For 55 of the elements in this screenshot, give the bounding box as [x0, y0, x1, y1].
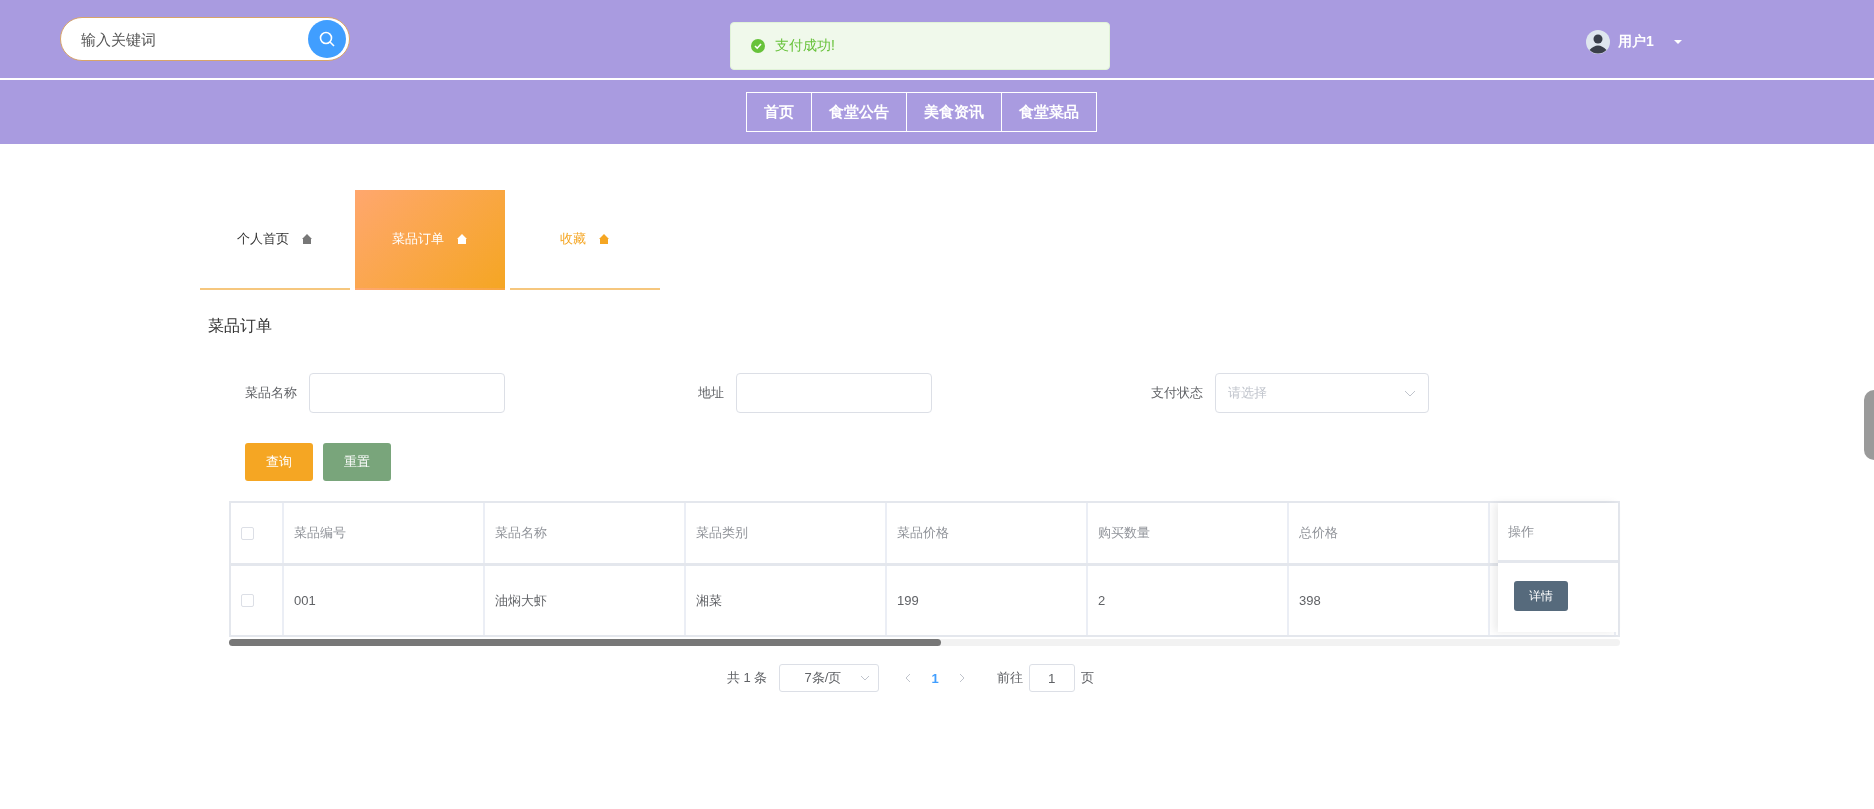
tab[interactable]: 个人首页: [200, 190, 350, 290]
avatar-icon[interactable]: [1586, 30, 1610, 54]
nav-link[interactable]: 美食资讯: [906, 92, 1002, 132]
total-count: 共 1 条: [727, 669, 768, 687]
prev-page-icon[interactable]: [905, 673, 912, 683]
scrollbar-thumb[interactable]: [229, 639, 941, 646]
input-field[interactable]: [736, 373, 932, 413]
toast-message: 支付成功!: [775, 37, 835, 55]
column-header: 菜品名称: [495, 524, 547, 542]
search-icon: [319, 31, 335, 47]
nav-link[interactable]: 食堂公告: [811, 92, 907, 132]
details-button[interactable]: 详情: [1514, 581, 1568, 611]
chevron-down-icon: [1404, 389, 1416, 397]
chevron-down-icon: [860, 675, 871, 681]
column-header: 总价格: [1299, 524, 1338, 542]
checkbox[interactable]: [241, 594, 254, 607]
input-field[interactable]: [309, 373, 505, 413]
house-icon: [456, 233, 468, 245]
house-icon: [301, 233, 313, 245]
page-size-select[interactable]: 7条/页: [779, 664, 880, 692]
checkbox[interactable]: [241, 526, 254, 540]
select-field[interactable]: 请选择: [1215, 373, 1429, 413]
table-cell: 2: [1098, 593, 1106, 608]
nav-link[interactable]: 食堂菜品: [1001, 92, 1097, 132]
tab[interactable]: 菜品订单: [355, 190, 505, 290]
nav-link[interactable]: 首页: [745, 92, 812, 132]
table-cell: 油焖大虾: [495, 591, 547, 610]
page-number[interactable]: 1: [931, 670, 939, 686]
goto-label: 前往: [996, 669, 1023, 687]
success-icon: [751, 39, 765, 53]
reset-button[interactable]: 重置: [323, 443, 391, 481]
table-cell: 199: [897, 593, 919, 608]
column-header: 购买数量: [1098, 524, 1150, 542]
next-page-icon[interactable]: [958, 673, 965, 683]
page-input[interactable]: 1: [1028, 664, 1075, 692]
field-label: 菜品名称: [245, 384, 297, 402]
side-handle[interactable]: [1864, 390, 1874, 460]
field-label: 支付状态: [1151, 384, 1203, 402]
column-header: 菜品编号: [294, 524, 346, 542]
column-header: 菜品价格: [897, 524, 949, 542]
tab[interactable]: 收藏: [510, 190, 660, 290]
table-cell: 湘菜: [696, 591, 722, 610]
column-header: 操作: [1508, 522, 1534, 541]
page-suffix: 页: [1080, 669, 1094, 687]
search-bar[interactable]: 输入关键词: [60, 17, 350, 61]
section-title: 菜品订单: [208, 316, 272, 336]
search-button[interactable]: [308, 20, 346, 58]
search-button[interactable]: 查询: [245, 443, 313, 481]
column-header: 菜品类别: [696, 524, 748, 542]
caret-icon[interactable]: [1673, 40, 1682, 44]
house-icon: [598, 233, 610, 245]
field-label: 地址: [698, 384, 724, 402]
table-cell: 398: [1299, 593, 1321, 608]
table-cell: 001: [294, 593, 316, 608]
user-name[interactable]: 用户1: [1618, 33, 1654, 51]
